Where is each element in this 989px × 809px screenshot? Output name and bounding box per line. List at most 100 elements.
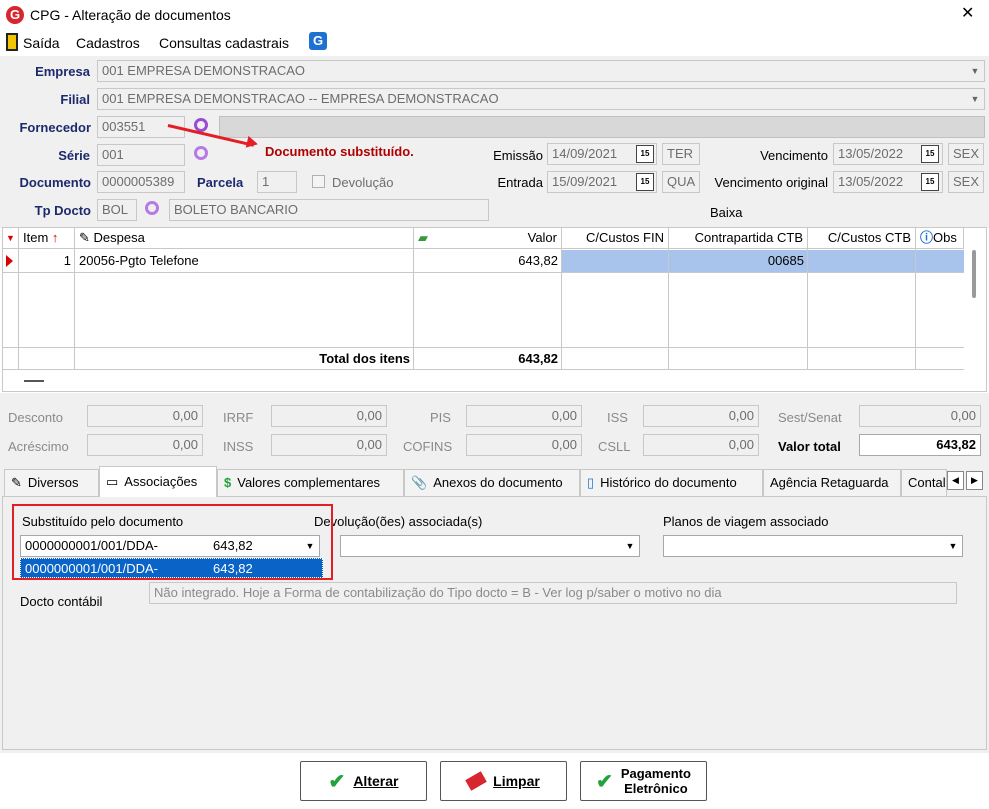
menu-item-saida[interactable]: Saída [23, 35, 60, 51]
annotation-box [12, 504, 333, 580]
pis-label: PIS [430, 410, 451, 425]
tab-valores-complementares[interactable]: $ Valores complementares [217, 469, 404, 496]
empresa-label: Empresa [35, 64, 90, 79]
baixa-label: Baixa [710, 205, 743, 220]
limpar-button[interactable]: Limpar [440, 761, 567, 801]
search-icon[interactable] [145, 201, 159, 215]
col-header-contrapartida[interactable]: Contrapartida CTB [669, 228, 808, 249]
devolucao-checkbox[interactable] [312, 175, 325, 188]
g-logo-icon[interactable]: G [309, 32, 327, 50]
dollar-icon: $ [224, 475, 232, 490]
table-row-cc-ctb[interactable] [808, 250, 916, 272]
chevron-down-icon[interactable]: ▼ [621, 536, 639, 556]
csll-field[interactable]: 0,00 [643, 434, 759, 456]
vencimento-day-field: SEX [948, 143, 984, 165]
fornecedor-label: Fornecedor [19, 120, 91, 135]
filial-select[interactable]: 001 EMPRESA DEMONSTRACAO -- EMPRESA DEMO… [97, 88, 985, 110]
planos-select[interactable]: ▼ [663, 535, 963, 557]
chat-icon: ▭ [106, 474, 119, 489]
empresa-select[interactable]: 001 EMPRESA DEMONSTRACAO ▼ [97, 60, 985, 82]
calendar-icon[interactable]: 15 [636, 145, 654, 163]
acrescimo-field[interactable]: 0,00 [87, 434, 203, 456]
calendar-icon[interactable]: 15 [921, 145, 939, 163]
menu-item-cadastros[interactable]: Cadastros [76, 35, 140, 51]
tab-diversos[interactable]: ✎ Diversos [4, 469, 99, 496]
chevron-down-icon[interactable]: ▼ [944, 536, 962, 556]
table-row-contrapartida[interactable]: 00685 [669, 250, 808, 272]
serie-field[interactable]: 001 [97, 144, 185, 166]
pencil-icon: ✎ [11, 475, 22, 490]
calendar-icon[interactable]: 15 [921, 173, 939, 191]
col-header-obs[interactable]: ⓘObs [916, 228, 964, 249]
col-header-item[interactable]: Item ↑ [19, 228, 75, 249]
documento-field[interactable]: 0000005389 [97, 171, 185, 193]
parcela-label: Parcela [197, 175, 244, 190]
collapse-handle[interactable] [24, 380, 44, 382]
entrada-label: Entrada [497, 175, 543, 190]
emissao-label: Emissão [493, 148, 543, 163]
tab-associacoes[interactable]: ▭ Associações [99, 466, 217, 497]
col-header-valor[interactable]: ▰ Valor [414, 228, 562, 249]
devolucao-label: Devolução [332, 175, 394, 190]
table-row-cc-fin[interactable] [562, 250, 669, 272]
grid-indicator-header: ▼ [3, 228, 19, 249]
app-logo-icon: G [6, 6, 24, 24]
table-row-despesa[interactable]: 20056-Pgto Telefone [75, 250, 414, 272]
csll-label: CSLL [598, 439, 631, 454]
check-icon: ✔ [596, 770, 613, 793]
money-icon: ▰ [418, 230, 428, 245]
calendar-icon[interactable]: 15 [636, 173, 654, 191]
documento-label: Documento [19, 175, 92, 190]
chevron-down-icon[interactable]: ▼ [966, 61, 984, 81]
vencimento-label: Vencimento [760, 148, 828, 163]
col-header-despesa[interactable]: ✎ Despesa [75, 228, 414, 249]
cofins-field[interactable]: 0,00 [466, 434, 582, 456]
chevron-down-icon[interactable]: ▼ [966, 89, 984, 109]
fornecedor-name-field [219, 116, 985, 138]
col-header-cc-fin[interactable]: C/Custos FIN [562, 228, 669, 249]
pagamento-eletronico-button[interactable]: ✔ Pagamento Eletrônico [580, 761, 707, 801]
pis-field[interactable]: 0,00 [466, 405, 582, 427]
parcela-field[interactable]: 1 [257, 171, 297, 193]
irrf-field[interactable]: 0,00 [271, 405, 387, 427]
substituted-message: Documento substituído. [265, 144, 414, 159]
row-indicator [6, 255, 13, 267]
paperclip-icon: 📎 [411, 475, 428, 490]
table-row-valor[interactable]: 643,82 [414, 250, 562, 272]
vencimento-original-label: Vencimento original [714, 175, 828, 190]
close-icon[interactable]: ✕ [961, 6, 974, 22]
sest-senat-field[interactable]: 0,00 [859, 405, 981, 427]
tab-scroll-left-icon[interactable]: ◀ [947, 471, 964, 490]
iss-field[interactable]: 0,00 [643, 405, 759, 427]
tab-contal[interactable]: Contal [901, 469, 947, 496]
vencimento-original-day-field: SEX [948, 171, 984, 193]
tab-historico[interactable]: ▯ Histórico do documento [580, 469, 763, 496]
desconto-field[interactable]: 0,00 [87, 405, 203, 427]
devolucoes-select[interactable]: ▼ [340, 535, 640, 557]
col-header-cc-ctb[interactable]: C/Custos CTB [808, 228, 916, 249]
iss-label: ISS [607, 410, 628, 425]
grid-scrollbar[interactable] [972, 250, 976, 298]
inss-label: INSS [223, 439, 254, 454]
emissao-day-field: TER [662, 143, 700, 165]
tab-scroll-right-icon[interactable]: ▶ [966, 471, 983, 490]
filial-label: Filial [60, 92, 90, 107]
sort-icon: ↑ [51, 230, 59, 245]
table-row-item[interactable]: 1 [19, 250, 75, 272]
alterar-button[interactable]: ✔ Alterar [300, 761, 427, 801]
tp-docto-desc-field: BOLETO BANCARIO [169, 199, 489, 221]
window-title: CPG - Alteração de documentos [30, 7, 231, 23]
menu-item-consultas[interactable]: Consultas cadastrais [159, 35, 289, 51]
desconto-label: Desconto [8, 410, 63, 425]
table-row-obs[interactable] [916, 250, 964, 272]
eraser-icon [465, 771, 487, 791]
search-icon[interactable] [194, 146, 208, 160]
scroll-icon: ▯ [587, 475, 595, 490]
tab-anexos[interactable]: 📎 Anexos do documento [404, 469, 580, 496]
serie-label: Série [58, 148, 90, 163]
check-icon: ✔ [328, 770, 346, 793]
tab-agencia-retaguarda[interactable]: Agência Retaguarda [763, 469, 901, 496]
inss-field[interactable]: 0,00 [271, 434, 387, 456]
tp-docto-code-field[interactable]: BOL [97, 199, 137, 221]
valor-total-label: Valor total [778, 439, 841, 454]
